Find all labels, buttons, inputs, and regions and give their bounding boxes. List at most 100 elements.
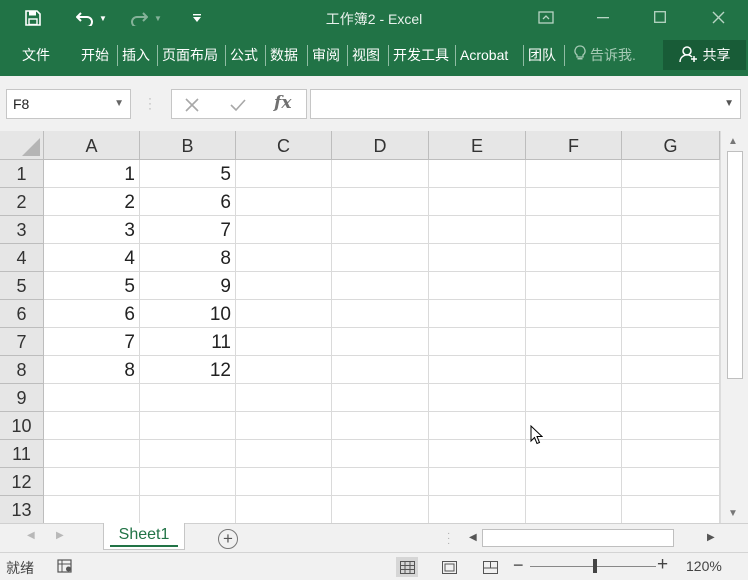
- row-header-3[interactable]: 3: [0, 216, 44, 244]
- zoom-level[interactable]: 120%: [686, 558, 722, 574]
- cancel-icon[interactable]: [184, 94, 200, 118]
- cell-a5[interactable]: 5: [44, 272, 139, 300]
- scroll-down-icon[interactable]: ▼: [728, 508, 738, 519]
- chevron-down-icon[interactable]: ▼: [724, 98, 734, 109]
- cell-a3[interactable]: 3: [44, 216, 139, 244]
- macro-record-icon[interactable]: [57, 558, 73, 577]
- tab-formulas[interactable]: 公式: [230, 45, 258, 65]
- tab-insert[interactable]: 插入: [122, 45, 150, 65]
- row-header-5[interactable]: 5: [0, 272, 44, 300]
- scroll-right-icon[interactable]: ▶: [707, 532, 715, 543]
- share-label: 共享: [702, 47, 731, 63]
- cell-b5[interactable]: 9: [140, 272, 235, 300]
- cell-b7[interactable]: 11: [140, 328, 235, 356]
- row-header-13[interactable]: 13: [0, 496, 44, 523]
- cell-b1[interactable]: 5: [140, 160, 235, 188]
- name-box[interactable]: F8 ▼: [6, 89, 131, 119]
- customize-qat-icon[interactable]: [185, 6, 209, 30]
- column-header-f[interactable]: F: [526, 131, 622, 160]
- tab-review[interactable]: 审阅: [312, 45, 340, 65]
- redo-dropdown-icon: ▼: [154, 13, 162, 23]
- formula-bar: F8 ▼ · · · fx ▼: [0, 76, 748, 131]
- cell-a1[interactable]: 1: [44, 160, 139, 188]
- cell-a4[interactable]: 4: [44, 244, 139, 272]
- page-break-view-icon[interactable]: [479, 557, 501, 577]
- vertical-scroll-thumb[interactable]: [727, 151, 743, 379]
- row-header-2[interactable]: 2: [0, 188, 44, 216]
- ribbon-display-icon[interactable]: [526, 4, 566, 30]
- row-header-10[interactable]: 10: [0, 412, 44, 440]
- tell-me-box[interactable]: 告诉我.: [574, 44, 636, 66]
- column-header-e[interactable]: E: [429, 131, 526, 160]
- tab-file[interactable]: 文件: [22, 45, 50, 65]
- tab-page-layout[interactable]: 页面布局: [162, 45, 218, 65]
- column-header-a[interactable]: A: [44, 131, 140, 160]
- column-header-c[interactable]: C: [236, 131, 332, 160]
- scroll-left-icon[interactable]: ◀: [469, 532, 477, 543]
- cell-a7[interactable]: 7: [44, 328, 139, 356]
- undo-icon[interactable]: [73, 6, 97, 30]
- zoom-out-button[interactable]: −: [513, 555, 524, 576]
- name-box-value: F8: [13, 96, 30, 112]
- tab-data[interactable]: 数据: [270, 45, 298, 65]
- chevron-down-icon[interactable]: ▼: [114, 90, 124, 118]
- vertical-scrollbar[interactable]: ▲ ▼: [720, 131, 748, 523]
- minimize-icon[interactable]: [583, 4, 623, 30]
- column-header-g[interactable]: G: [622, 131, 720, 160]
- row-header-6[interactable]: 6: [0, 300, 44, 328]
- row-header-8[interactable]: 8: [0, 356, 44, 384]
- fx-icon[interactable]: fx: [274, 93, 291, 113]
- share-button[interactable]: 共享: [663, 40, 746, 70]
- tab-separator: [117, 45, 118, 66]
- formula-input[interactable]: ▼: [310, 89, 741, 119]
- tab-separator: [564, 45, 565, 66]
- column-header-d[interactable]: D: [332, 131, 429, 160]
- zoom-slider-thumb[interactable]: [593, 559, 597, 573]
- tab-acrobat[interactable]: Acrobat: [460, 45, 508, 65]
- lightbulb-icon: [574, 44, 586, 66]
- cell-b4[interactable]: 8: [140, 244, 235, 272]
- row-header-7[interactable]: 7: [0, 328, 44, 356]
- status-text: 就绪: [6, 560, 34, 576]
- cell-b2[interactable]: 6: [140, 188, 235, 216]
- row-header-1[interactable]: 1: [0, 160, 44, 188]
- select-all-button[interactable]: [0, 131, 44, 160]
- tab-team[interactable]: 团队: [528, 45, 556, 65]
- normal-view-icon[interactable]: [396, 557, 418, 577]
- tab-split-handle[interactable]: · · ·: [447, 529, 450, 549]
- cell-a6[interactable]: 6: [44, 300, 139, 328]
- tab-separator: [307, 45, 308, 66]
- tab-separator: [265, 45, 266, 66]
- cell-b6[interactable]: 10: [140, 300, 235, 328]
- row-header-4[interactable]: 4: [0, 244, 44, 272]
- close-icon[interactable]: [698, 4, 738, 30]
- page-layout-view-icon[interactable]: [438, 557, 460, 577]
- zoom-in-button[interactable]: +: [657, 554, 668, 576]
- sheet-scroll-left-icon[interactable]: ◀: [27, 530, 35, 541]
- formula-bar-resize-handle[interactable]: · · ·: [146, 92, 154, 114]
- cell-b8[interactable]: 12: [140, 356, 235, 384]
- horizontal-scrollbar[interactable]: ◀ ▶: [464, 528, 721, 548]
- add-sheet-icon[interactable]: +: [218, 529, 238, 549]
- scroll-up-icon[interactable]: ▲: [728, 136, 738, 147]
- cell-b3[interactable]: 7: [140, 216, 235, 244]
- tab-developer[interactable]: 开发工具: [393, 45, 449, 65]
- worksheet-grid[interactable]: A B C D E F G 1 2 3 4 5 6 7 8 9 10 11 12…: [0, 131, 720, 523]
- save-icon[interactable]: [19, 6, 47, 30]
- row-header-9[interactable]: 9: [0, 384, 44, 412]
- sheet-tab-sheet1[interactable]: Sheet1: [103, 523, 185, 550]
- tab-view[interactable]: 视图: [352, 45, 380, 65]
- mouse-pointer-icon: [530, 424, 544, 450]
- maximize-icon[interactable]: [640, 4, 680, 30]
- tab-home[interactable]: 开始: [81, 45, 109, 65]
- horizontal-scroll-thumb[interactable]: [482, 529, 674, 547]
- cell-a8[interactable]: 8: [44, 356, 139, 384]
- row-header-12[interactable]: 12: [0, 468, 44, 496]
- enter-icon[interactable]: [229, 94, 247, 118]
- row-header-11[interactable]: 11: [0, 440, 44, 468]
- sheet-scroll-right-icon[interactable]: ▶: [56, 530, 64, 541]
- undo-dropdown-icon[interactable]: ▼: [96, 6, 110, 30]
- grid-line: [44, 467, 720, 468]
- cell-a2[interactable]: 2: [44, 188, 139, 216]
- column-header-b[interactable]: B: [140, 131, 236, 160]
